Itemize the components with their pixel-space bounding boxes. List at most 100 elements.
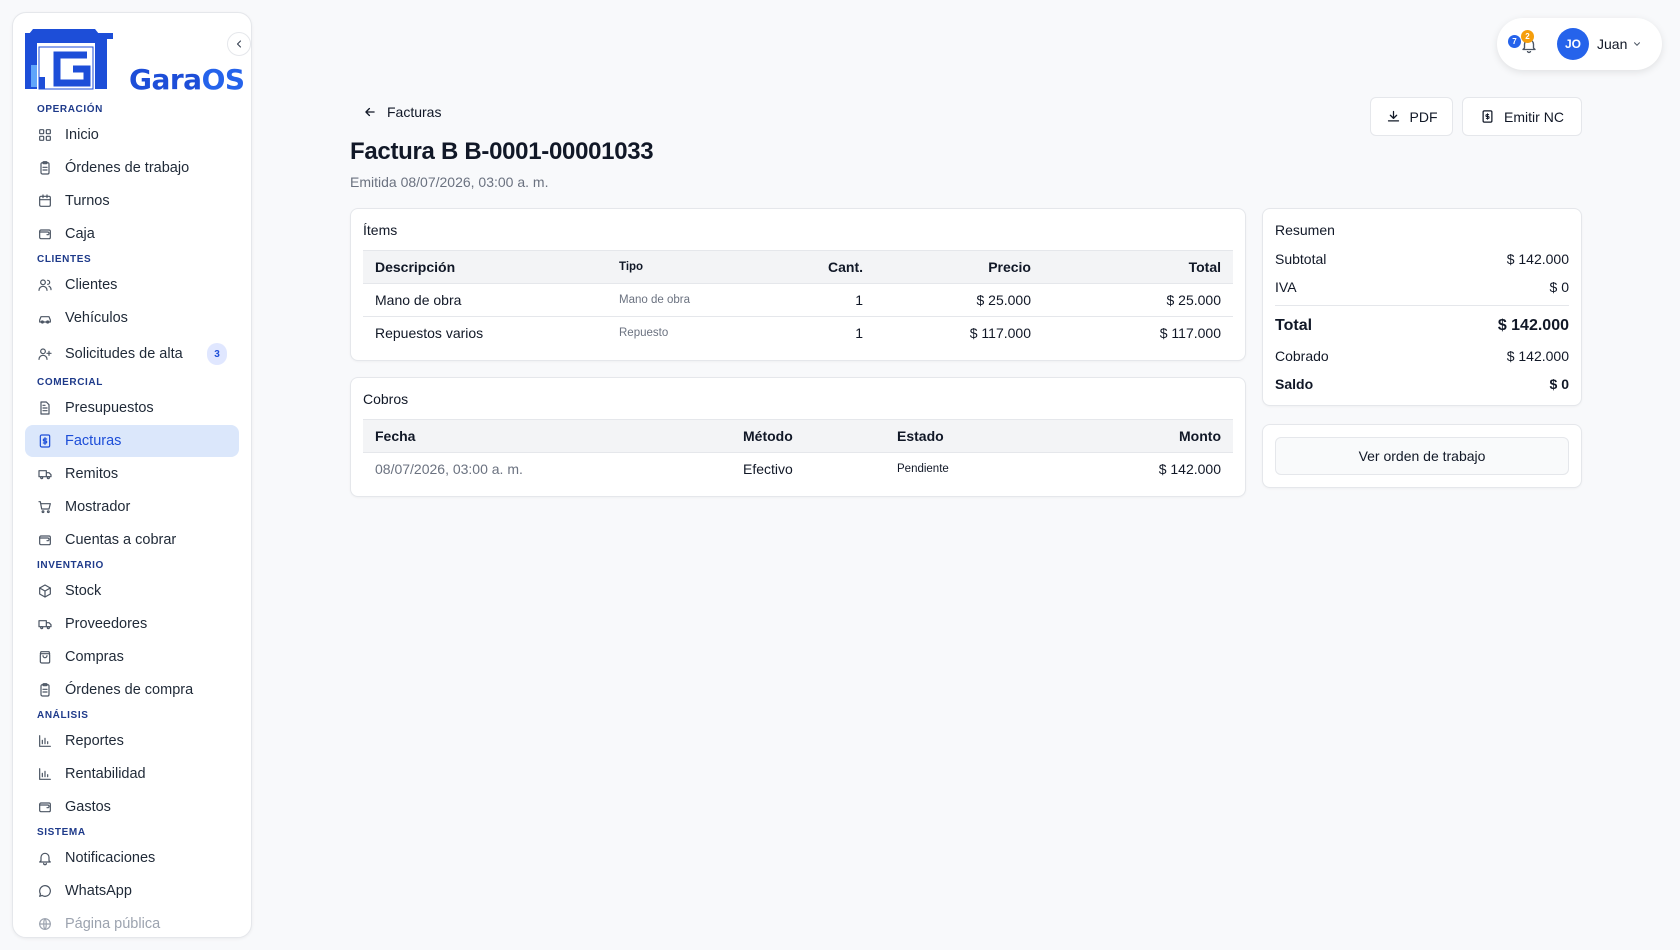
- cobrado-row: Cobrado $ 142.000: [1275, 348, 1569, 364]
- cobros-card: Cobros Fecha Método Estado Monto 08/07/2…: [350, 377, 1246, 497]
- sidebar-item-stock[interactable]: Stock: [25, 575, 239, 607]
- table-row: Repuestos varios Repuesto 1 $ 117.000 $ …: [363, 317, 1233, 350]
- item-type: Repuesto: [619, 327, 669, 340]
- sidebar-item-caja[interactable]: Caja: [25, 218, 239, 250]
- car-icon: [37, 310, 53, 326]
- sidebar-item-vehiculos[interactable]: Vehículos: [25, 302, 239, 334]
- total-row: Total $ 142.000: [1275, 317, 1569, 335]
- sidebar-item-compras[interactable]: Compras: [25, 641, 239, 673]
- sidebar-item-label: Vehículos: [65, 310, 128, 326]
- emitir-nc-label: Emitir NC: [1504, 108, 1564, 125]
- sidebar-item-rentabilidad[interactable]: Rentabilidad: [25, 758, 239, 790]
- sidebar-item-pagina-publica[interactable]: Página pública: [25, 908, 239, 937]
- avatar: JO: [1557, 28, 1589, 60]
- column-header: Fecha: [363, 419, 731, 453]
- bar-chart-icon: [37, 766, 53, 782]
- sidebar-item-clientes[interactable]: Clientes: [25, 269, 239, 301]
- sidebar-item-facturas[interactable]: Facturas: [25, 425, 239, 457]
- cart-icon: [37, 499, 53, 515]
- sidebar-item-ordenes-de-trabajo[interactable]: Órdenes de trabajo: [25, 152, 239, 184]
- sidebar-item-remitos[interactable]: Remitos: [25, 458, 239, 490]
- chevron-left-icon: [236, 40, 242, 48]
- sidebar-item-label: Página pública: [65, 916, 161, 932]
- shopping-bag-icon: [37, 649, 53, 665]
- saldo-value: $ 0: [1549, 376, 1569, 392]
- page-subtitle: Emitida 08/07/2026, 03:00 a. m.: [350, 174, 549, 190]
- sidebar-item-solicitudes-de-alta[interactable]: Solicitudes de alta 3: [25, 335, 239, 373]
- sidebar-item-label: Cuentas a cobrar: [65, 532, 177, 548]
- item-type: Mano de obra: [607, 283, 777, 317]
- sidebar: GaraOS Operación Inicio Órdenes de trabajo…: [12, 12, 252, 938]
- sidebar-item-label: Proveedores: [65, 616, 148, 632]
- total-value: $ 142.000: [1497, 317, 1569, 334]
- items-table: Descripción Tipo Cant. Precio Total Mano…: [363, 250, 1233, 350]
- column-header: Método: [731, 419, 885, 453]
- emitir-nc-button[interactable]: Emitir NC: [1462, 97, 1582, 136]
- subtotal-row: Subtotal $ 142.000: [1275, 251, 1569, 267]
- cobrado-value: $ 142.000: [1506, 348, 1569, 364]
- saldo-label: Saldo: [1275, 376, 1314, 392]
- count-badge: 3: [207, 343, 227, 365]
- order-link-card: Ver orden de trabajo: [1262, 424, 1582, 488]
- back-link-label: Facturas: [387, 104, 442, 120]
- user-name: Juan: [1597, 36, 1628, 52]
- iva-value: $ 0: [1549, 279, 1569, 295]
- chevron-down-icon: [1634, 42, 1641, 46]
- iva-row: IVA $ 0: [1275, 279, 1569, 295]
- clipboard-icon: [37, 160, 53, 176]
- wallet-icon: [37, 532, 53, 548]
- sidebar-item-notificaciones[interactable]: Notificaciones: [25, 842, 239, 874]
- sidebar-item-label: WhatsApp: [65, 883, 132, 899]
- truck-icon: [37, 466, 53, 482]
- package-icon: [37, 583, 53, 599]
- ver-orden-button[interactable]: Ver orden de trabajo: [1275, 437, 1569, 475]
- user-plus-icon: [37, 346, 53, 362]
- sidebar-item-mostrador[interactable]: Mostrador: [25, 491, 239, 523]
- sidebar-item-ordenes-de-compra[interactable]: Órdenes de compra: [25, 674, 239, 706]
- column-header: Descripción: [363, 250, 607, 284]
- sidebar-item-gastos[interactable]: Gastos: [25, 791, 239, 823]
- column-header: Precio: [875, 250, 1043, 284]
- file-text-icon: [37, 400, 53, 416]
- alert-count-badge: 2: [1521, 30, 1534, 43]
- sidebar-collapse-button[interactable]: [227, 32, 251, 56]
- sidebar-item-inicio[interactable]: Inicio: [25, 119, 239, 151]
- user-menu-button[interactable]: JO Juan: [1557, 26, 1642, 62]
- sidebar-item-presupuestos[interactable]: Presupuestos: [25, 392, 239, 424]
- cobrado-label: Cobrado: [1275, 348, 1329, 364]
- sidebar-item-label: Rentabilidad: [65, 766, 146, 782]
- pdf-button-label: PDF: [1409, 108, 1438, 125]
- invoice-icon: [37, 433, 53, 449]
- cobros-table: Fecha Método Estado Monto 08/07/2026, 03…: [363, 419, 1233, 486]
- user-toolbar: 7 2 JO Juan: [1497, 18, 1662, 70]
- sidebar-item-label: Remitos: [65, 466, 119, 482]
- cobro-status: Pendiente: [897, 463, 949, 476]
- subtotal-label: Subtotal: [1275, 251, 1327, 267]
- cobro-method: Efectivo: [743, 461, 793, 478]
- sidebar-item-label: Turnos: [65, 193, 110, 209]
- users-icon: [37, 277, 53, 293]
- sidebar-item-label: Solicitudes de alta: [65, 346, 183, 362]
- item-description: Repuestos varios: [375, 325, 484, 342]
- pdf-button[interactable]: PDF: [1370, 97, 1453, 136]
- cobros-table-header: Fecha Método Estado Monto: [363, 419, 1233, 453]
- sidebar-item-label: Mostrador: [65, 499, 131, 515]
- cobros-card-title: Cobros: [363, 391, 409, 407]
- sidebar-item-cuentas-a-cobrar[interactable]: Cuentas a cobrar: [25, 524, 239, 556]
- sidebar-item-whatsapp[interactable]: WhatsApp: [25, 875, 239, 907]
- garage-logo-icon: [25, 29, 113, 90]
- logo[interactable]: GaraOS: [25, 25, 251, 97]
- iva-label: IVA: [1275, 279, 1297, 295]
- subtotal-value: $ 142.000: [1506, 251, 1569, 267]
- wallet-icon: [37, 799, 53, 815]
- clipboard-icon: [37, 682, 53, 698]
- invoice-icon: [1482, 110, 1493, 123]
- sidebar-item-reportes[interactable]: Reportes: [25, 725, 239, 757]
- download-icon: [1387, 110, 1399, 122]
- summary-divider: [1275, 305, 1569, 306]
- sidebar-section-label: Comercial: [37, 377, 103, 388]
- sidebar-item-turnos[interactable]: Turnos: [25, 185, 239, 217]
- sidebar-item-proveedores[interactable]: Proveedores: [25, 608, 239, 640]
- sidebar-item-label: Órdenes de trabajo: [65, 160, 190, 176]
- back-to-facturas-link[interactable]: Facturas: [363, 104, 441, 120]
